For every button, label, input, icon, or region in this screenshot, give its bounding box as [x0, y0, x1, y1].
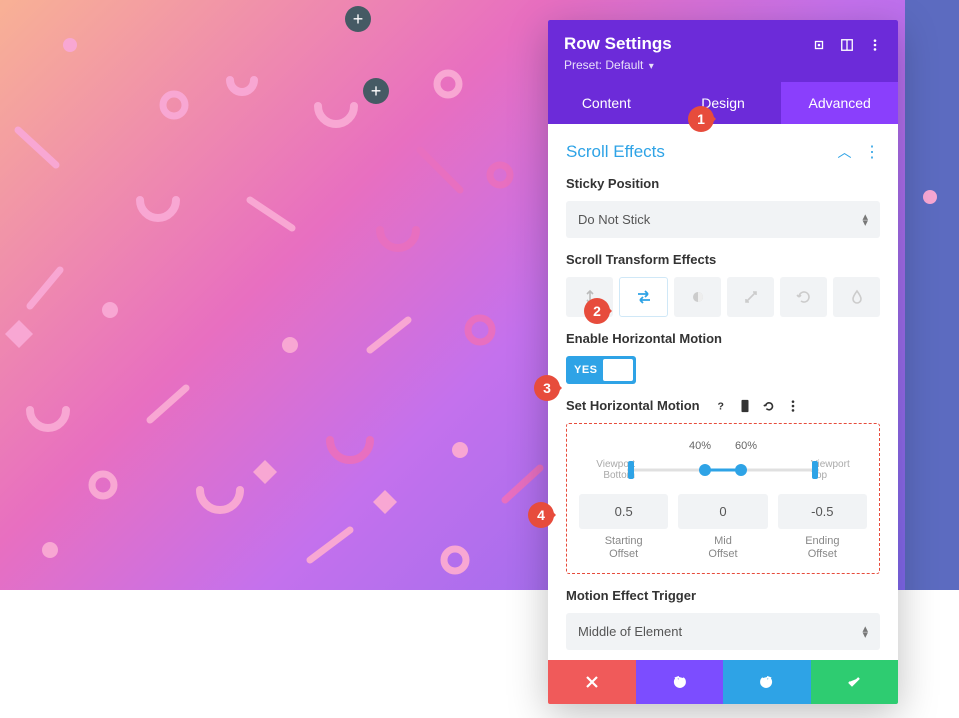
more-icon[interactable]: [868, 37, 882, 51]
cancel-button[interactable]: [548, 660, 636, 704]
panel-footer: [548, 660, 898, 704]
ending-offset-input[interactable]: [778, 494, 867, 529]
tab-content[interactable]: Content: [548, 82, 665, 124]
trigger-select[interactable]: Middle of Element ▴▾: [566, 613, 880, 650]
panel-body: Scroll Effects ︿ ⋮ Sticky Position Do No…: [548, 124, 898, 660]
annotation-3: 3: [534, 375, 570, 401]
annotation-1: 1: [688, 106, 724, 132]
percent-left: 40%: [689, 440, 711, 452]
motion-slider[interactable]: [631, 456, 815, 484]
toggle-knob: [603, 359, 633, 381]
panel-title-text: Row Settings: [564, 34, 672, 54]
slider-end-cap[interactable]: [812, 461, 818, 479]
mid-offset-label: MidOffset: [678, 535, 767, 561]
wireframe-icon[interactable]: [840, 37, 854, 51]
annotation-4: 4: [528, 502, 564, 528]
reset-icon[interactable]: [762, 399, 776, 413]
horizontal-label: Enable Horizontal Motion: [566, 331, 880, 346]
select-arrows-icon: ▴▾: [862, 626, 868, 638]
slider-start-cap[interactable]: [628, 461, 634, 479]
starting-offset-input[interactable]: [579, 494, 668, 529]
sticky-label: Sticky Position: [566, 176, 880, 191]
plus-icon: +: [353, 9, 364, 30]
fx-horizontal-button[interactable]: [619, 277, 668, 317]
svg-text:?: ?: [717, 400, 723, 412]
mid-offset-input[interactable]: [678, 494, 767, 529]
plus-icon: +: [371, 81, 382, 102]
undo-button[interactable]: [636, 660, 724, 704]
trigger-label: Motion Effect Trigger: [566, 588, 880, 603]
decorative-dot: [923, 190, 937, 204]
preset-selector[interactable]: Preset: Default ▾: [564, 58, 882, 72]
add-section-button[interactable]: +: [345, 6, 371, 32]
help-icon[interactable]: ?: [714, 399, 728, 413]
fx-scale-button[interactable]: [727, 277, 774, 317]
caret-down-icon: ▾: [649, 61, 654, 72]
transform-label: Scroll Transform Effects: [566, 252, 880, 267]
save-button[interactable]: [811, 660, 899, 704]
sticky-select[interactable]: Do Not Stick ▴▾: [566, 201, 880, 238]
redo-button[interactable]: [723, 660, 811, 704]
starting-offset-label: StartingOffset: [579, 535, 668, 561]
fx-rotate-button[interactable]: [780, 277, 827, 317]
panel-header: Row Settings Preset: Default ▾: [548, 20, 898, 82]
device-icon[interactable]: [738, 399, 752, 413]
canvas-right-edge: [905, 0, 959, 590]
tab-advanced[interactable]: Advanced: [781, 82, 898, 124]
fx-blur-button[interactable]: [833, 277, 880, 317]
annotation-2: 2: [584, 298, 620, 324]
add-row-button[interactable]: +: [363, 78, 389, 104]
motion-label: Set Horizontal Motion: [566, 398, 700, 413]
motion-box: 40% 60% ViewportBottom ViewportTop: [566, 423, 880, 574]
slider-handle-left[interactable]: [699, 464, 711, 476]
expand-icon[interactable]: [812, 37, 826, 51]
select-arrows-icon: ▴▾: [862, 214, 868, 226]
section-more-icon[interactable]: ⋮: [864, 144, 880, 161]
section-title: Scroll Effects: [566, 142, 665, 162]
fx-fade-button[interactable]: [674, 277, 721, 317]
ending-offset-label: EndingOffset: [778, 535, 867, 561]
field-more-icon[interactable]: [786, 399, 800, 413]
horizontal-toggle[interactable]: YES: [566, 356, 636, 384]
collapse-icon[interactable]: ︿: [838, 144, 852, 160]
slider-handle-right[interactable]: [735, 464, 747, 476]
percent-right: 60%: [735, 440, 757, 452]
